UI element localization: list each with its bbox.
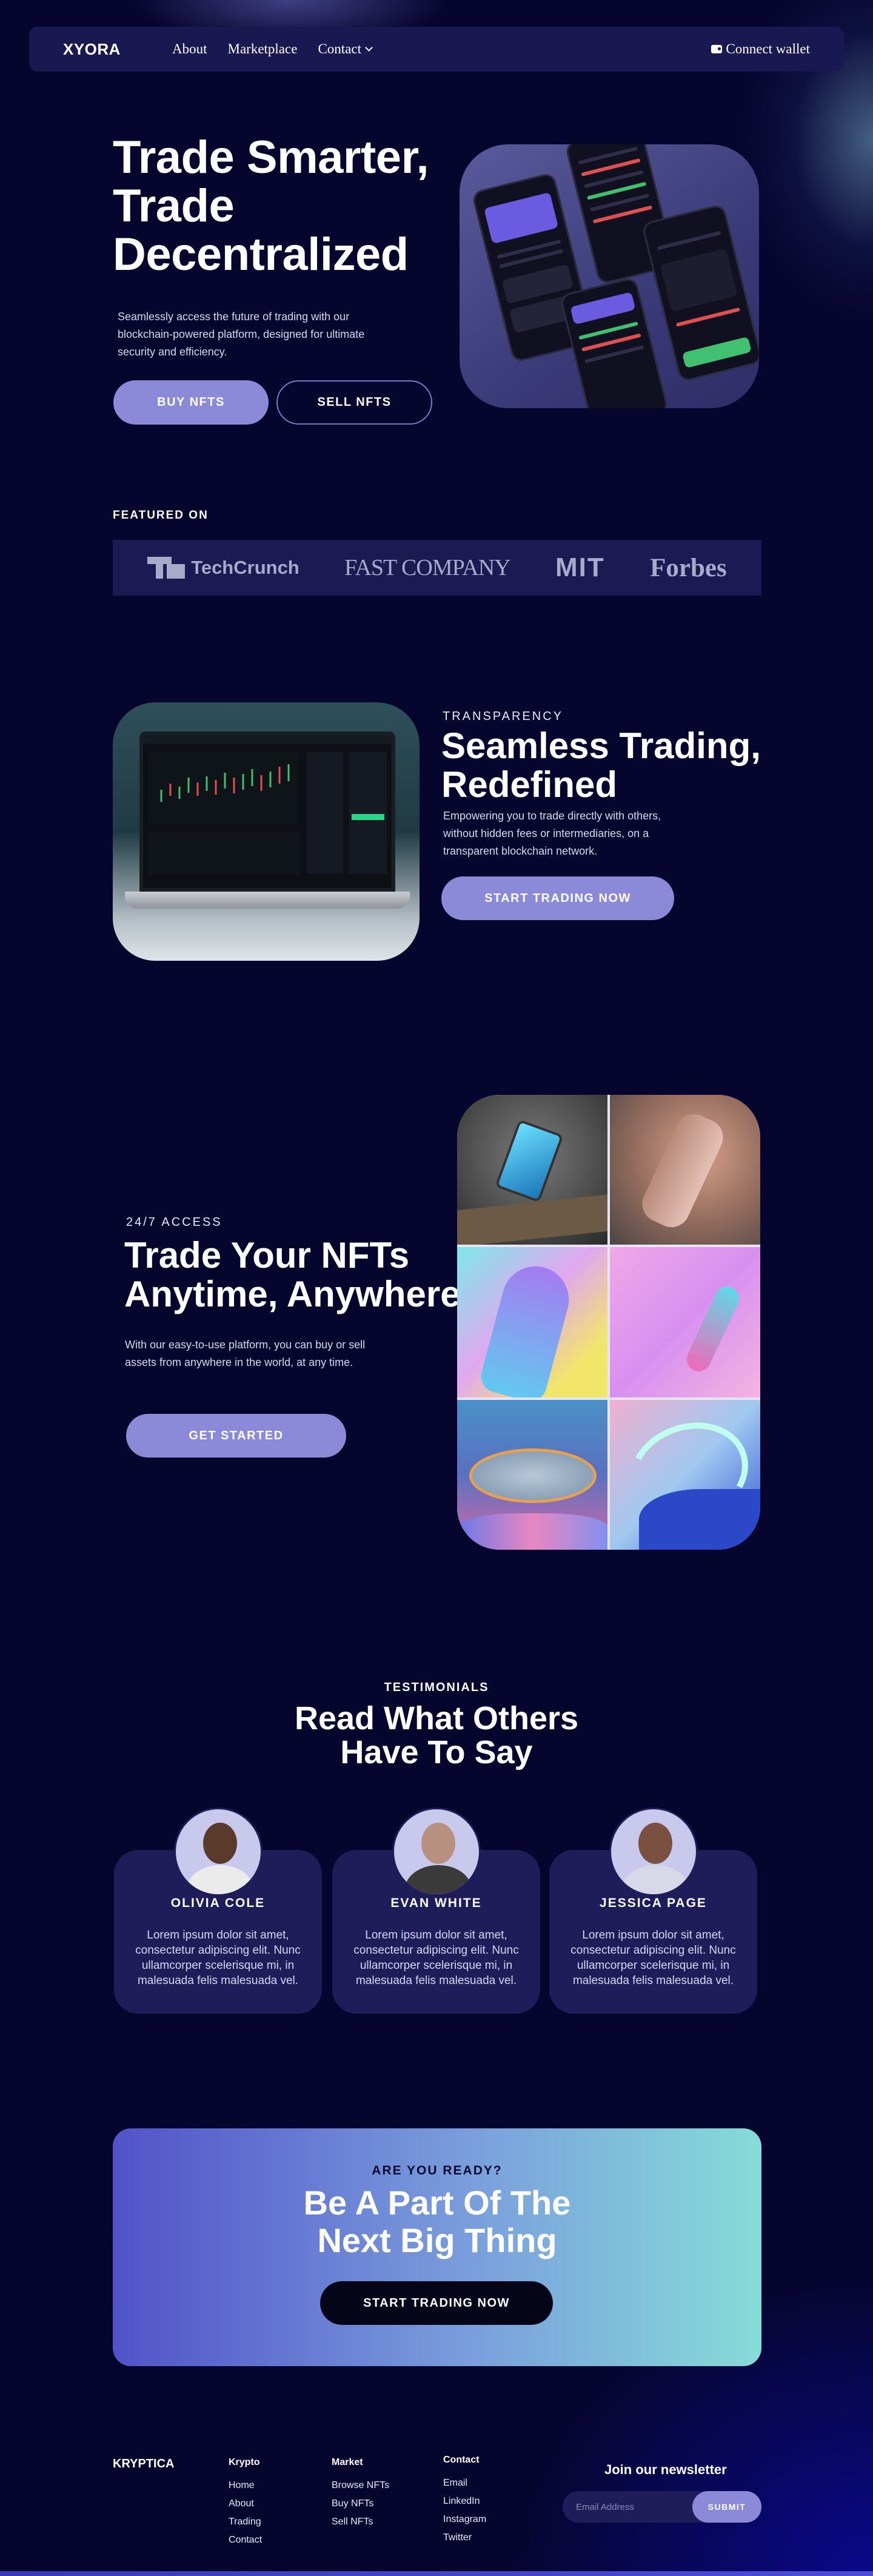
testimonial-text: Lorem ipsum dolor sit amet, consectetur … [135, 1929, 301, 1987]
hero-title-line-3: Decentralized [113, 229, 409, 280]
avatar [609, 1808, 698, 1896]
hero-description: Seamlessly access the future of trading … [118, 311, 365, 358]
newsletter-title: Join our newsletter [604, 2462, 727, 2477]
footer-link-home[interactable]: Home [229, 2480, 262, 2491]
techcrunch-wordmark: TechCrunch [191, 557, 299, 578]
forbes-logo: Forbes [650, 553, 727, 582]
cta-title-line-2: Next Big Thing [317, 2221, 557, 2259]
candlestick-chart-icon [143, 735, 392, 875]
nav-link-contact[interactable]: Contact [318, 41, 373, 57]
footer-link-email[interactable]: Email [443, 2478, 486, 2489]
cta-title: Be A Part Of The Next Big Thing [113, 2184, 761, 2259]
wallet-icon [711, 45, 723, 53]
techcrunch-mark-icon [147, 557, 186, 579]
transparency-title-line-2: Redefined [441, 764, 618, 805]
nft-image[interactable] [610, 1095, 760, 1245]
transparency-eyebrow: TRANSPARENCY [443, 710, 563, 723]
newsletter-email-input[interactable] [576, 2491, 697, 2523]
phone-mockup [641, 203, 759, 383]
access-eyebrow: 24/7 ACCESS [126, 1216, 222, 1229]
brand-logo[interactable]: XYORA [63, 40, 172, 59]
testimonials-title-line-2: Have To Say [340, 1734, 533, 1771]
cta-start-trading-button[interactable]: START TRADING NOW [320, 2281, 553, 2325]
testimonials-title: Read What Others Have To Say [0, 1701, 873, 1769]
nav-link-about[interactable]: About [172, 41, 207, 57]
access-title-line-1: Trade Your NFTs [124, 1235, 410, 1276]
top-nav: XYORA About Marketplace Contact Connect … [29, 27, 844, 72]
bottom-accent-strip [0, 2571, 873, 2576]
laptop-screen [139, 731, 395, 892]
nft-image[interactable] [610, 1399, 760, 1550]
footer-column-heading: Krypto [229, 2457, 260, 2467]
footer-link-contact[interactable]: Contact [229, 2535, 262, 2546]
connect-wallet-button[interactable]: Connect wallet [711, 41, 810, 57]
testimonial-name: EVAN WHITE [390, 1896, 482, 1910]
testimonial-name: JESSICA PAGE [600, 1896, 707, 1910]
featured-label: FEATURED ON [113, 509, 209, 522]
footer-column-contact: Contact Email LinkedIn Instagram Twitter [443, 2455, 486, 2551]
testimonial-name: OLIVIA COLE [170, 1896, 266, 1910]
get-started-button[interactable]: GET STARTED [126, 1414, 346, 1458]
buy-nfts-button[interactable]: BUY NFTS [113, 380, 269, 425]
laptop-base [125, 892, 410, 909]
footer-column-heading: Contact [443, 2455, 480, 2465]
testimonials-title-line-1: Read What Others [294, 1700, 579, 1737]
fast-company-logo: FAST COMPANY [344, 555, 510, 580]
footer-column-krypto: Krypto Home About Trading Contact [229, 2457, 262, 2553]
nft-image[interactable] [610, 1247, 760, 1397]
footer-logo[interactable]: KRYPTICA [113, 2457, 174, 2471]
transparency-description: Empowering you to trade directly with ot… [443, 810, 661, 857]
cta-banner: ARE YOU READY? Be A Part Of The Next Big… [113, 2128, 761, 2366]
avatar [174, 1808, 263, 1896]
nft-image[interactable] [457, 1095, 607, 1245]
testimonial-text: Lorem ipsum dolor sit amet, consectetur … [570, 1929, 736, 1987]
nav-links: About Marketplace Contact [172, 41, 373, 57]
footer-link-instagram[interactable]: Instagram [443, 2514, 486, 2525]
featured-logos-bar: TechCrunch FAST COMPANY MIT Forbes [113, 540, 761, 596]
sell-nfts-button[interactable]: SELL NFTS [276, 380, 432, 425]
page: XYORA About Marketplace Contact Connect … [0, 0, 873, 2576]
footer-link-twitter[interactable]: Twitter [443, 2532, 486, 2543]
transparency-title: Seamless Trading, Redefined [441, 727, 761, 804]
cta-eyebrow: ARE YOU READY? [372, 2164, 503, 2177]
transparency-title-line-1: Seamless Trading, [441, 725, 761, 766]
techcrunch-logo: TechCrunch [147, 557, 299, 579]
newsletter-form: SUBMIT [563, 2491, 761, 2523]
connect-wallet-label: Connect wallet [726, 41, 810, 56]
nav-link-contact-label: Contact [318, 41, 361, 56]
nft-image[interactable] [457, 1247, 607, 1397]
hero-title-line-1: Trade Smarter, [113, 132, 429, 183]
testimonials-eyebrow: TESTIMONIALS [384, 1681, 489, 1694]
footer-link-linkedin[interactable]: LinkedIn [443, 2496, 486, 2507]
footer-link-browse-nfts[interactable]: Browse NFTs [332, 2480, 389, 2491]
access-description: With our easy-to-use platform, you can b… [125, 1339, 366, 1368]
access-title: Trade Your NFTs Anytime, Anywhere [124, 1236, 461, 1314]
hero-app-screenshots-image [460, 144, 759, 408]
mit-logo: MIT [555, 553, 605, 582]
access-title-line-2: Anytime, Anywhere [124, 1274, 461, 1314]
start-trading-button[interactable]: START TRADING NOW [441, 876, 674, 920]
nft-gallery [457, 1095, 760, 1550]
footer-column-market: Market Browse NFTs Buy NFTs Sell NFTs [332, 2457, 389, 2535]
nft-image[interactable] [457, 1399, 607, 1550]
footer-link-sell-nfts[interactable]: Sell NFTs [332, 2517, 389, 2527]
nav-link-marketplace[interactable]: Marketplace [228, 41, 298, 57]
footer-link-buy-nfts[interactable]: Buy NFTs [332, 2498, 389, 2509]
footer-link-trading[interactable]: Trading [229, 2517, 262, 2527]
testimonial-text: Lorem ipsum dolor sit amet, consectetur … [353, 1929, 519, 1987]
hero-title: Trade Smarter, Trade Decentralized [113, 133, 464, 279]
laptop-trading-image [113, 702, 420, 961]
footer-column-heading: Market [332, 2457, 363, 2467]
cta-title-line-1: Be A Part Of The [303, 2184, 571, 2222]
newsletter-submit-button[interactable]: SUBMIT [692, 2491, 761, 2523]
chevron-down-icon [365, 44, 373, 52]
avatar [392, 1808, 481, 1896]
hero-title-line-2: Trade [113, 180, 235, 232]
footer-link-about[interactable]: About [229, 2498, 262, 2509]
phone-mockup [559, 276, 669, 408]
